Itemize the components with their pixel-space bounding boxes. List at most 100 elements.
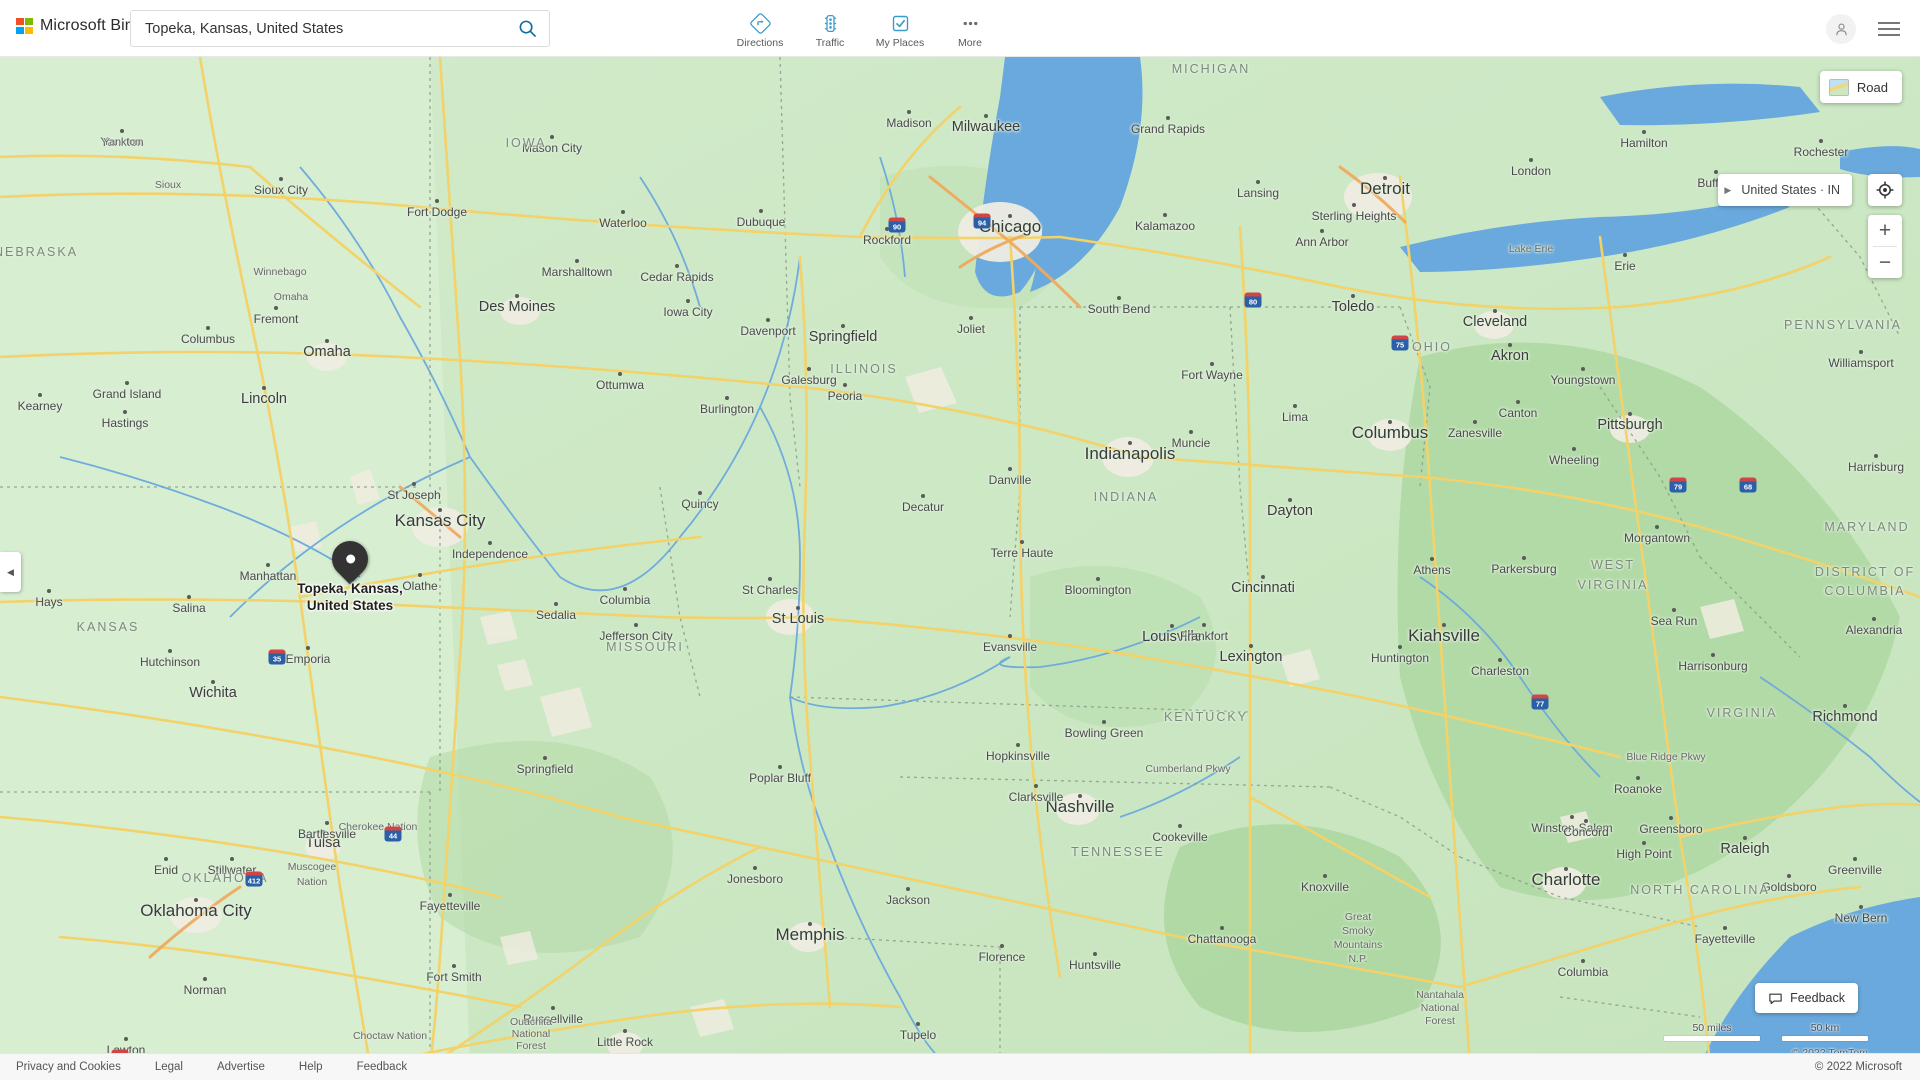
map-thumbnail-icon xyxy=(1829,79,1849,96)
map-viewport[interactable]: ChicagoDetroitIndianapolisColumbusNashvi… xyxy=(0,57,1920,1065)
scale-km-bar xyxy=(1782,1036,1868,1041)
map-city-dot xyxy=(1128,441,1132,445)
map-city-dot xyxy=(1672,608,1676,612)
map-city-dot xyxy=(1581,367,1585,371)
map-feedback-button[interactable]: Feedback xyxy=(1755,983,1858,1013)
sidebar-collapse-button[interactable]: ◀ xyxy=(0,552,21,592)
map-city-dot xyxy=(325,339,329,343)
map-city-dot xyxy=(796,606,800,610)
footer-copyright: © 2022 Microsoft xyxy=(1815,1061,1902,1073)
map-pin-topeka[interactable]: Topeka, Kansas, United States xyxy=(332,541,368,577)
map-pin-label: Topeka, Kansas, United States xyxy=(297,581,403,615)
locate-button[interactable] xyxy=(1868,174,1902,206)
map-city-dot xyxy=(1093,952,1097,956)
interstate-shield-icon: 79 xyxy=(1670,478,1687,493)
map-city-dot xyxy=(551,1006,555,1010)
map-city-dot xyxy=(1008,467,1012,471)
map-city-dot xyxy=(1351,294,1355,298)
speech-bubble-icon xyxy=(1768,991,1783,1006)
search-input[interactable] xyxy=(131,11,505,46)
map-city-dot xyxy=(1163,213,1167,217)
map-city-dot xyxy=(1102,720,1106,724)
map-city-dot xyxy=(675,264,679,268)
zoom-in-button[interactable]: + xyxy=(1868,215,1902,246)
interstate-shield-icon: 75 xyxy=(1392,336,1409,351)
footer-link-help[interactable]: Help xyxy=(299,1061,323,1073)
map-city-dot xyxy=(206,326,210,330)
microsoft-logo-icon xyxy=(16,18,33,35)
toolbar-item-more[interactable]: More xyxy=(935,6,1005,49)
map-city-dot xyxy=(435,199,439,203)
footer-link-privacy-and-cookies[interactable]: Privacy and Cookies xyxy=(16,1061,121,1073)
map-city-dot xyxy=(634,623,638,627)
traffic-light-icon xyxy=(820,12,841,34)
map-city-dot xyxy=(266,563,270,567)
map-city-dot xyxy=(125,381,129,385)
map-city-dot xyxy=(274,306,278,310)
chevron-right-icon[interactable]: ▶ xyxy=(1724,185,1731,196)
footer-link-advertise[interactable]: Advertise xyxy=(217,1061,265,1073)
account-button[interactable] xyxy=(1826,14,1856,44)
map-city-dot xyxy=(766,318,770,322)
map-city-dot xyxy=(1256,180,1260,184)
bing-logo[interactable]: Microsoft Bing xyxy=(16,17,143,35)
interstate-shield-icon: 77 xyxy=(1532,695,1549,710)
interstate-shield-icon: 90 xyxy=(889,218,906,233)
locate-crosshair-icon xyxy=(1876,181,1894,199)
map-feedback-label: Feedback xyxy=(1790,991,1845,1005)
map-city-dot xyxy=(1261,575,1265,579)
toolbar-item-directions[interactable]: Directions xyxy=(725,6,795,49)
map-city-dot xyxy=(1874,454,1878,458)
map-city-dot xyxy=(325,821,329,825)
map-city-dot xyxy=(843,383,847,387)
footer-link-feedback[interactable]: Feedback xyxy=(357,1061,408,1073)
map-city-dot xyxy=(1636,776,1640,780)
hamburger-menu-icon[interactable] xyxy=(1878,22,1900,35)
search-box[interactable] xyxy=(130,10,550,47)
pin-label-line1: Topeka, Kansas, xyxy=(297,581,403,598)
map-city-dot xyxy=(1872,617,1876,621)
map-city-dot xyxy=(120,129,124,133)
map-city-dot xyxy=(807,367,811,371)
map-city-dot xyxy=(1853,857,1857,861)
map-city-dot xyxy=(1628,412,1632,416)
map-city-dot xyxy=(1516,400,1520,404)
zoom-controls: + − xyxy=(1868,215,1902,278)
brand-name: Microsoft Bing xyxy=(40,17,143,35)
map-city-dot xyxy=(1170,624,1174,628)
map-city-dot xyxy=(306,646,310,650)
map-city-dot xyxy=(623,587,627,591)
scale-miles-label: 50 miles xyxy=(1692,1022,1731,1034)
map-city-dot xyxy=(1843,704,1847,708)
map-scale-bars: 50 miles 50 km xyxy=(1664,1036,1868,1041)
map-city-dot xyxy=(686,299,690,303)
map-city-dot xyxy=(698,491,702,495)
zoom-out-button[interactable]: − xyxy=(1868,247,1902,278)
scale-miles-bar xyxy=(1664,1036,1760,1041)
toolbar-item-my-places[interactable]: My Places xyxy=(865,6,935,49)
map-city-dot xyxy=(1166,116,1170,120)
interstate-shield-icon: 68 xyxy=(1740,478,1757,493)
map-city-dot xyxy=(164,857,168,861)
map-city-dot xyxy=(1096,577,1100,581)
map-city-dot xyxy=(124,1037,128,1041)
map-city-dot xyxy=(418,573,422,577)
map-pin-icon xyxy=(325,534,376,585)
map-city-dot xyxy=(921,494,925,498)
footer-link-legal[interactable]: Legal xyxy=(155,1061,183,1073)
map-style-button[interactable]: Road xyxy=(1820,71,1902,103)
map-city-dot xyxy=(575,259,579,263)
interstate-shield-icon: 94 xyxy=(974,214,991,229)
map-city-dot xyxy=(1034,784,1038,788)
directions-diamond-icon xyxy=(750,12,771,34)
map-city-dot xyxy=(543,756,547,760)
map-city-dot xyxy=(1210,362,1214,366)
location-panel[interactable]: ▶ United States · IN xyxy=(1718,174,1852,206)
toolbar-item-traffic[interactable]: Traffic xyxy=(795,6,865,49)
map-city-dot xyxy=(969,316,973,320)
map-city-dot xyxy=(1493,309,1497,313)
map-city-dot xyxy=(1220,926,1224,930)
map-city-dot xyxy=(1572,447,1576,451)
map-toolbar: Directions Traffic xyxy=(725,6,1005,49)
search-button[interactable] xyxy=(505,11,549,46)
